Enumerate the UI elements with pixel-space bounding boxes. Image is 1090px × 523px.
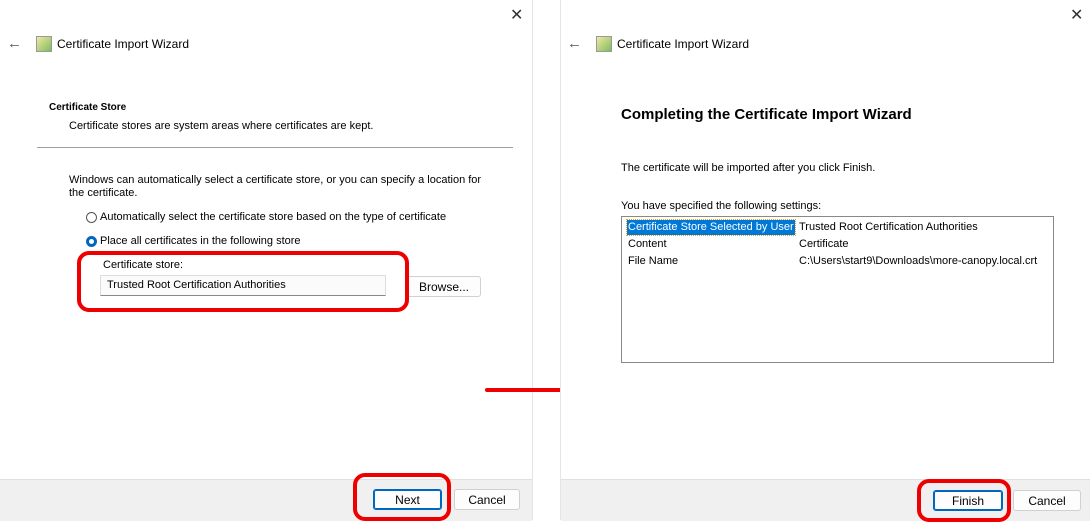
settings-row[interactable]: Content Certificate	[627, 237, 1047, 252]
close-icon[interactable]: ✕	[510, 5, 523, 25]
radio-place-all[interactable]	[86, 236, 97, 247]
setting-value: C:\Users\start9\Downloads\more-canopy.lo…	[799, 255, 1038, 267]
store-label: Certificate store:	[103, 259, 184, 271]
window-title: Certificate Import Wizard	[57, 37, 190, 51]
settings-label: You have specified the following setting…	[621, 200, 822, 212]
cancel-button[interactable]: Cancel	[1013, 490, 1081, 511]
description: Windows can automatically select a certi…	[69, 174, 482, 199]
next-button[interactable]: Next	[373, 489, 442, 510]
window-title: Certificate Import Wizard	[617, 37, 750, 51]
setting-value: Trusted Root Certification Authorities	[799, 221, 978, 233]
section-title: Certificate Store	[49, 102, 127, 113]
finish-button[interactable]: Finish	[933, 490, 1003, 511]
section-subtitle: Certificate stores are system areas wher…	[69, 120, 374, 132]
right-wizard-window: ✕ ← Certificate Import Wizard Completing…	[560, 0, 1090, 522]
certificate-wizard-icon	[36, 36, 52, 52]
back-arrow-icon[interactable]: ←	[567, 35, 582, 52]
cancel-button[interactable]: Cancel	[454, 489, 520, 510]
certificate-wizard-icon	[596, 36, 612, 52]
store-value: Trusted Root Certification Authorities	[107, 279, 286, 291]
close-icon[interactable]: ✕	[1070, 5, 1083, 25]
footer: Finish Cancel	[561, 479, 1090, 521]
radio-auto-label: Automatically select the certificate sto…	[100, 211, 447, 223]
back-arrow-icon[interactable]: ←	[7, 35, 22, 52]
browse-button[interactable]: Browse...	[407, 276, 481, 297]
setting-value: Certificate	[799, 238, 849, 250]
setting-name: Content	[628, 238, 667, 250]
divider	[37, 147, 513, 148]
left-wizard-window: ✕ ← Certificate Import Wizard Certificat…	[0, 0, 533, 521]
radio-auto-select[interactable]	[86, 212, 97, 223]
radio-place-label: Place all certificates in the following …	[100, 235, 301, 247]
settings-row[interactable]: File Name C:\Users\start9\Downloads\more…	[627, 254, 1047, 269]
settings-row[interactable]: Certificate Store Selected by User Trust…	[626, 219, 1047, 236]
heading: Completing the Certificate Import Wizard	[621, 106, 912, 123]
setting-name: File Name	[628, 255, 679, 267]
setting-name: Certificate Store Selected by User	[626, 219, 796, 236]
certificate-store-field[interactable]: Trusted Root Certification Authorities	[100, 275, 386, 296]
intro-text: The certificate will be imported after y…	[621, 162, 876, 174]
settings-list[interactable]: Certificate Store Selected by User Trust…	[621, 216, 1054, 363]
footer: Next Cancel	[0, 479, 532, 521]
